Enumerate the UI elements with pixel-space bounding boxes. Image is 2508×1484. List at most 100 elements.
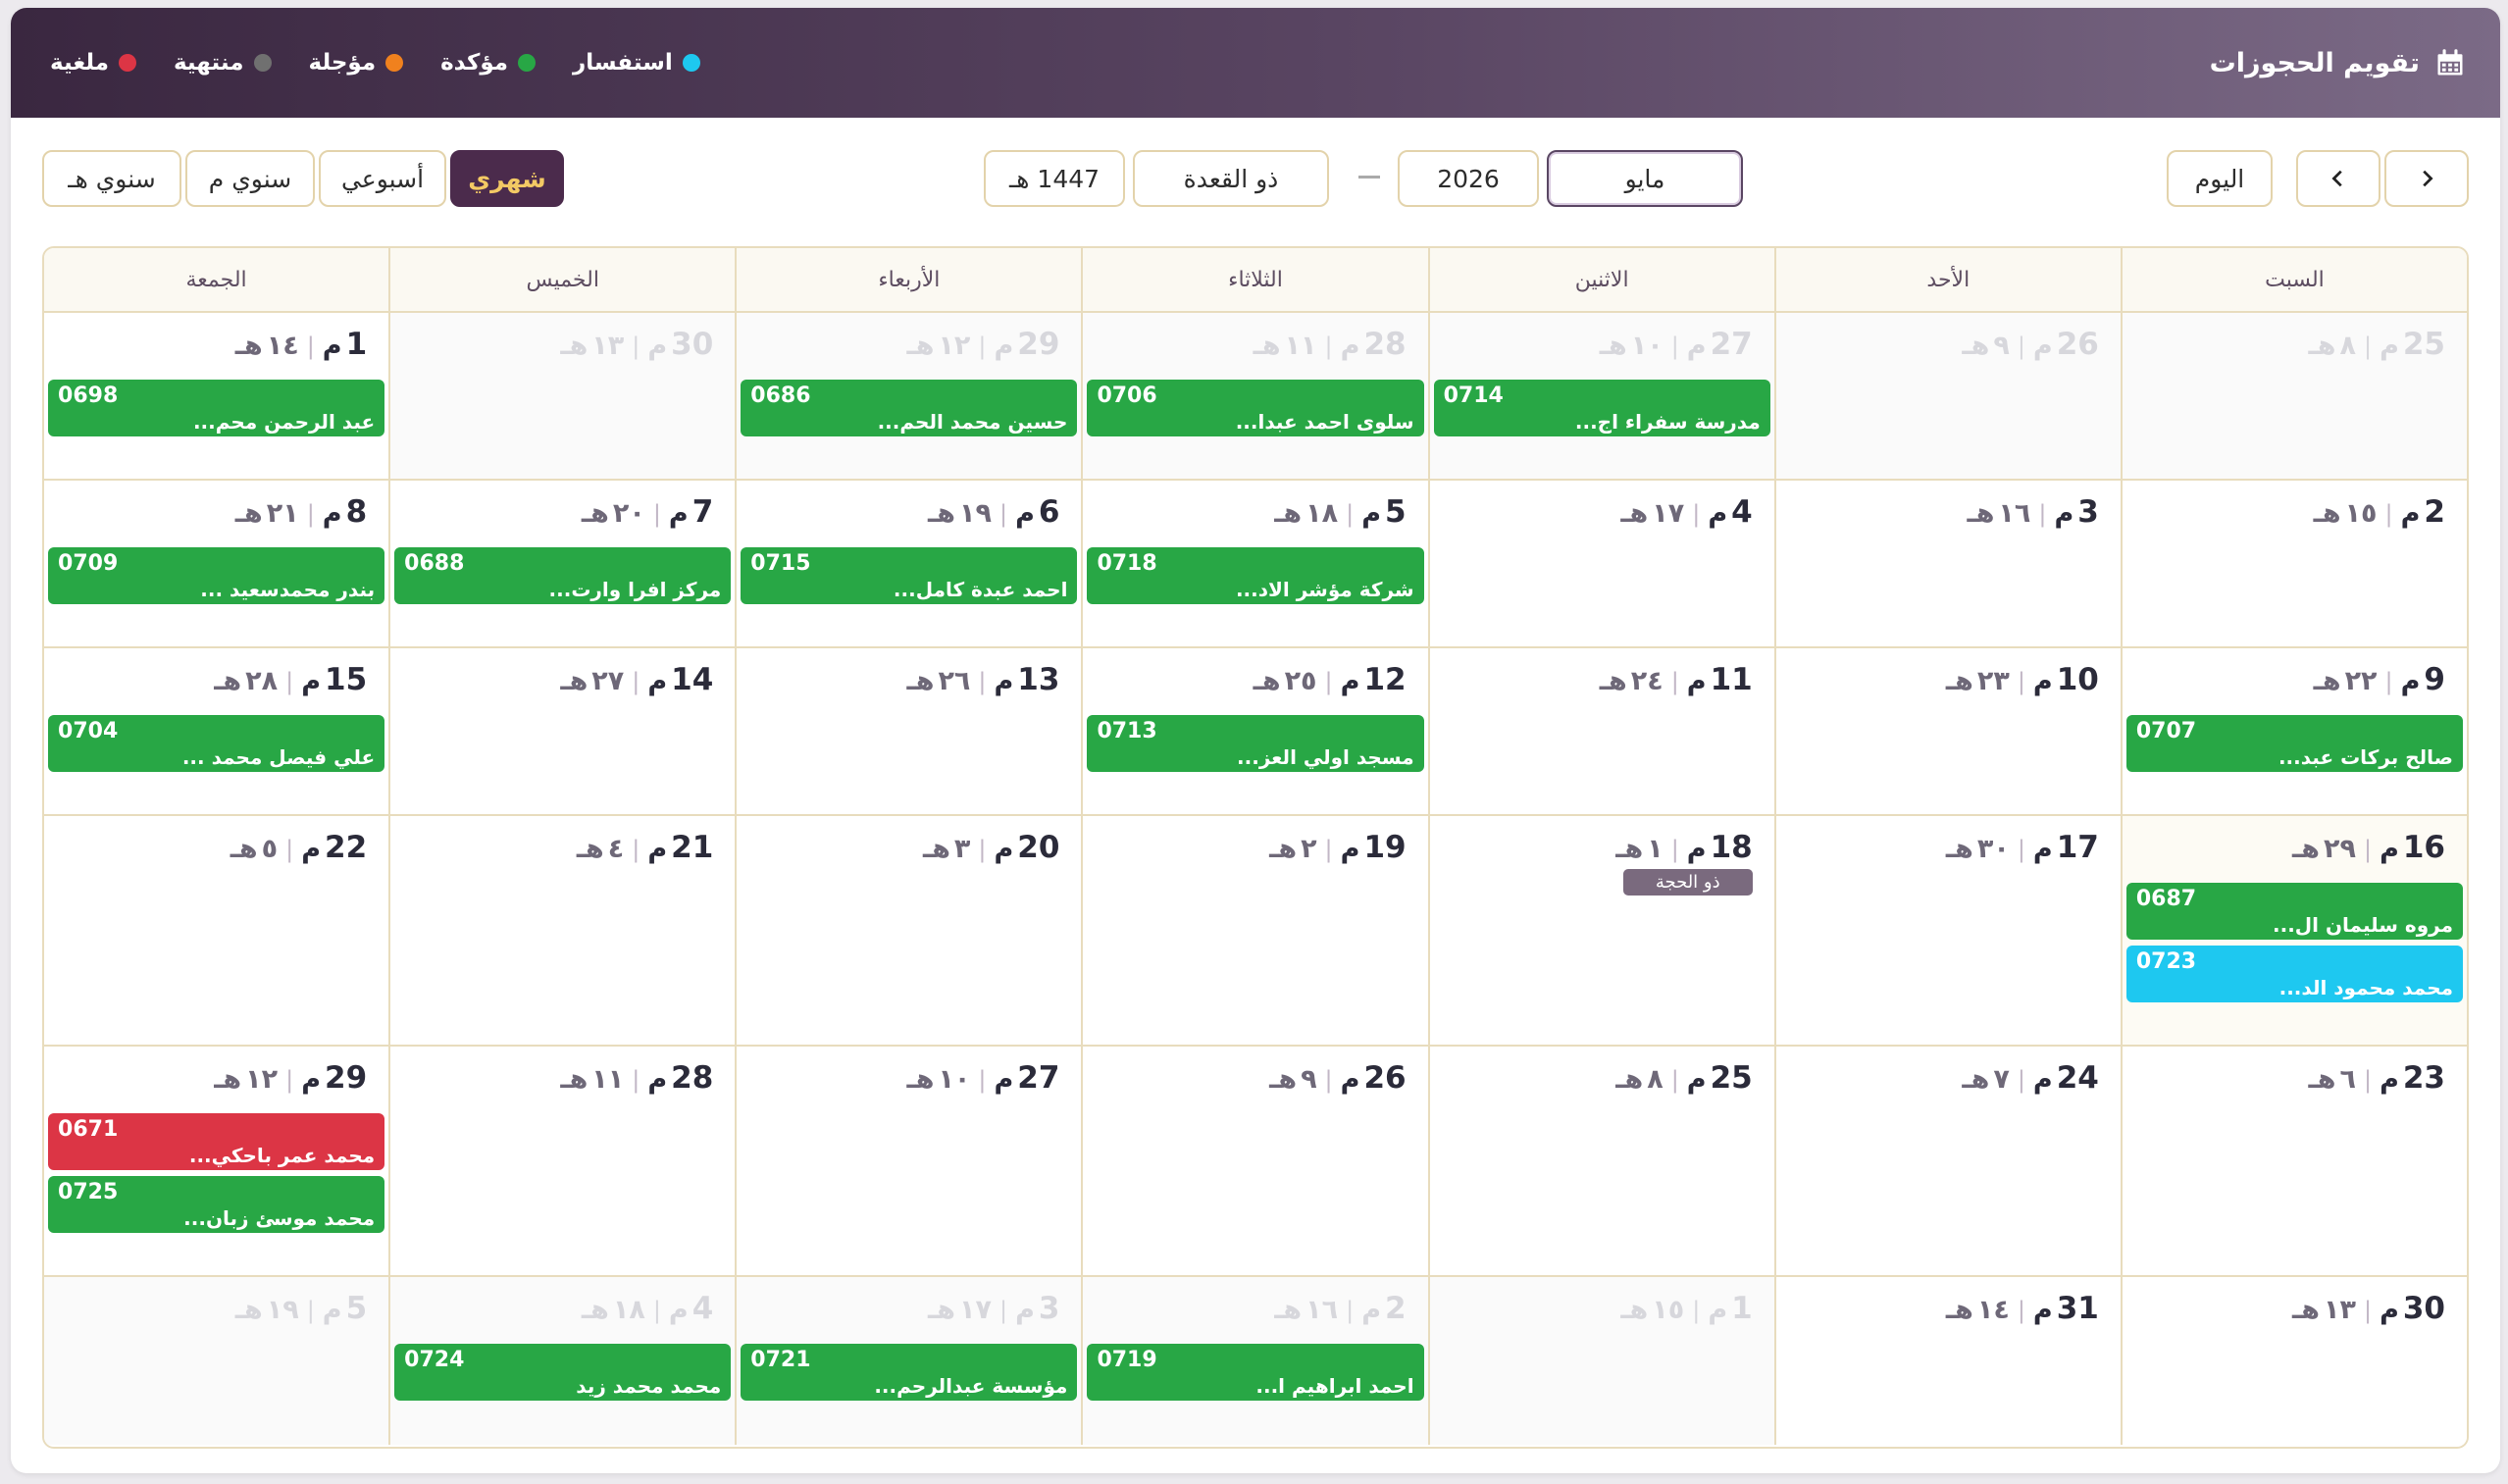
year-input[interactable]: 2026: [1398, 150, 1539, 207]
hijri-suffix: هـ: [1269, 834, 1298, 864]
day-cell[interactable]: 3 م | ١٧ هـ 0721 مؤسسة عبدالرحم...: [735, 1277, 1082, 1445]
today-button[interactable]: اليوم: [2167, 150, 2273, 207]
booking-event[interactable]: 0671 محمد عمر باحكي...: [48, 1113, 385, 1170]
day-cell[interactable]: 24 م | ٧ هـ: [1773, 1047, 2121, 1275]
hijri-day: ٧: [1993, 1064, 2010, 1095]
day-cell[interactable]: 4 م | ١٨ هـ 0724 محمد محمد زيد: [388, 1277, 736, 1445]
booking-event[interactable]: 0719 احمد ابراهيم ا...: [1087, 1344, 1424, 1401]
hijri-suffix: هـ: [560, 331, 589, 361]
day-cell[interactable]: 28 م | ١١ هـ 0706 سلوى احمد عبدا...: [1081, 313, 1428, 479]
day-cell[interactable]: 22 م | ٥ هـ: [44, 816, 389, 1045]
hijri-year-input[interactable]: 1447 هـ: [984, 150, 1125, 207]
day-number: 28 م | ١١ هـ: [394, 1060, 731, 1103]
booking-event[interactable]: 0724 محمد محمد زيد: [394, 1344, 732, 1401]
booking-event[interactable]: 0688 مركز افرا وارت...: [394, 547, 732, 604]
hijri-day: ٣: [953, 834, 971, 864]
day-cell[interactable]: 18 م | ١ هـ ذو الحجة: [1427, 816, 1774, 1045]
hijri-day: ٢٤: [1630, 666, 1663, 696]
booking-event[interactable]: 0723 محمد محمود الد...: [2125, 946, 2463, 1002]
prev-month-button[interactable]: [2296, 150, 2380, 207]
day-cell[interactable]: 27 م | ١٠ هـ 0714 مدرسة سفراء اج...: [1427, 313, 1774, 479]
events-list: 0713 مسجد اولي العز...: [1087, 705, 1424, 772]
hijri-day: ٤: [607, 834, 625, 864]
day-cell[interactable]: 14 م | ٢٧ هـ: [388, 648, 736, 814]
booking-event[interactable]: 0686 حسين محمد الحم...: [741, 380, 1078, 436]
next-month-button[interactable]: [2384, 150, 2469, 207]
booking-event[interactable]: 0707 صالح بركات عبد...: [2125, 715, 2463, 772]
booking-event[interactable]: 0718 شركة مؤشر الاد...: [1087, 547, 1424, 604]
day-cell[interactable]: 28 م | ١١ هـ: [388, 1047, 736, 1275]
day-cell[interactable]: 16 م | ٢٩ هـ 0687 مروه سليمان ال... 0723 محمد مح…: [2120, 816, 2467, 1045]
booking-event[interactable]: 0715 احمد عبدة كامل...: [741, 547, 1078, 604]
day-cell[interactable]: 7 م | ٢٠ هـ 0688 مركز افرا وارت...: [388, 481, 736, 646]
booking-event[interactable]: 0725 محمد موسئ زبان...: [48, 1176, 385, 1233]
date-separator: |: [1324, 668, 1333, 695]
booking-event[interactable]: 0706 سلوى احمد عبدا...: [1087, 380, 1424, 436]
booking-client-name: مسجد اولي العز...: [1237, 745, 1414, 769]
day-cell[interactable]: 31 م | ١٤ هـ: [1773, 1277, 2121, 1445]
day-cell[interactable]: 29 م | ١٢ هـ 0671 محمد عمر باحكي... 0725 محمد مو…: [44, 1047, 389, 1275]
gregorian-day: 9: [2424, 662, 2445, 697]
booking-code: 0713: [1097, 719, 1157, 743]
week-row: 9 م | ٢٢ هـ 0707 صالح بركات عبد... 10 م | ٢٣ هـ 11 م |…: [44, 648, 2467, 816]
day-cell[interactable]: 26 م | ٩ هـ: [1773, 313, 2121, 479]
booking-client-name: مدرسة سفراء اج...: [1574, 410, 1761, 434]
month-grid: السبت الأحد الاثنين الثلاثاء الأربعاء الخميس ا…: [42, 246, 2469, 1449]
month-select[interactable]: مايو: [1547, 150, 1743, 207]
day-cell[interactable]: 9 م | ٢٢ هـ 0707 صالح بركات عبد...: [2120, 648, 2467, 814]
day-cell[interactable]: 15 م | ٢٨ هـ 0704 علي فيصل محمد ...: [44, 648, 389, 814]
day-number: 6 م | ١٩ هـ: [741, 494, 1077, 537]
view-monthly-button[interactable]: شهري: [450, 150, 564, 207]
hijri-month-select[interactable]: ذو القعدة: [1133, 150, 1329, 207]
day-cell[interactable]: 27 م | ١٠ هـ: [735, 1047, 1082, 1275]
day-cell[interactable]: 21 م | ٤ هـ: [388, 816, 736, 1045]
booking-event[interactable]: 0713 مسجد اولي العز...: [1087, 715, 1424, 772]
booking-event[interactable]: 0721 مؤسسة عبدالرحم...: [741, 1344, 1078, 1401]
day-cell[interactable]: 5 م | ١٩ هـ: [44, 1277, 389, 1445]
events-list: [2126, 370, 2463, 380]
day-cell[interactable]: 11 م | ٢٤ هـ: [1427, 648, 1774, 814]
day-cell[interactable]: 3 م | ١٦ هـ: [1773, 481, 2121, 646]
booking-event[interactable]: 0687 مروه سليمان ال...: [2125, 883, 2463, 940]
booking-code: 0724: [404, 1348, 465, 1372]
day-cell[interactable]: 12 م | ٢٥ هـ 0713 مسجد اولي العز...: [1081, 648, 1428, 814]
day-cell[interactable]: 30 م | ١٣ هـ: [388, 313, 736, 479]
hijri-suffix: هـ: [1615, 834, 1644, 864]
day-cell[interactable]: 2 م | ١٥ هـ: [2120, 481, 2467, 646]
booking-event[interactable]: 0709 بندر محمدسعيد ...: [48, 547, 385, 604]
day-cell[interactable]: 23 م | ٦ هـ: [2120, 1047, 2467, 1275]
day-cell[interactable]: 30 م | ١٣ هـ: [2120, 1277, 2467, 1445]
day-cell[interactable]: 10 م | ٢٣ هـ: [1773, 648, 2121, 814]
gregorian-day: 25: [2402, 327, 2445, 362]
day-number: 4 م | ١٧ هـ: [1434, 494, 1770, 537]
day-cell[interactable]: 29 م | ١٢ هـ 0686 حسين محمد الحم...: [735, 313, 1082, 479]
booking-event[interactable]: 0698 عبد الرحمن محم...: [48, 380, 385, 436]
day-cell[interactable]: 25 م | ٨ هـ: [1427, 1047, 1774, 1275]
day-cell[interactable]: 20 م | ٣ هـ: [735, 816, 1082, 1045]
day-cell[interactable]: 4 م | ١٧ هـ: [1427, 481, 1774, 646]
day-cell[interactable]: 1 م | ١٤ هـ 0698 عبد الرحمن محم...: [44, 313, 389, 479]
view-yearly-hijri-button[interactable]: سنوي هـ: [42, 150, 181, 207]
hijri-day: ٢٦: [938, 666, 971, 696]
day-cell[interactable]: 13 م | ٢٦ هـ: [735, 648, 1082, 814]
day-cell[interactable]: 5 م | ١٨ هـ 0718 شركة مؤشر الاد...: [1081, 481, 1428, 646]
view-yearly-gregorian-button[interactable]: سنوي م: [185, 150, 315, 207]
gregorian-suffix: م: [301, 1064, 322, 1095]
day-cell[interactable]: 1 م | ١٥ هـ: [1427, 1277, 1774, 1445]
day-cell[interactable]: 25 م | ٨ هـ: [2120, 313, 2467, 479]
day-cell[interactable]: 6 م | ١٩ هـ 0715 احمد عبدة كامل...: [735, 481, 1082, 646]
date-separator: |: [2363, 1297, 2373, 1324]
day-cell[interactable]: 26 م | ٩ هـ: [1081, 1047, 1428, 1275]
day-number: 10 م | ٢٣ هـ: [1780, 662, 2117, 705]
week-row: 23 م | ٦ هـ 24 م | ٧ هـ 25 م | ٨ هـ 26 م | ٩ هـ 27 م | ١٠ هـ 28 م |…: [44, 1047, 2467, 1277]
day-cell[interactable]: 19 م | ٢ هـ: [1081, 816, 1428, 1045]
date-separator: |: [1346, 500, 1355, 528]
booking-event[interactable]: 0704 علي فيصل محمد ...: [48, 715, 385, 772]
day-cell[interactable]: 17 م | ٣٠ هـ: [1773, 816, 2121, 1045]
day-cell[interactable]: 8 م | ٢١ هـ 0709 بندر محمدسعيد ...: [44, 481, 389, 646]
day-cell[interactable]: 2 م | ١٦ هـ 0719 احمد ابراهيم ا...: [1081, 1277, 1428, 1445]
hijri-suffix: هـ: [1962, 331, 1990, 361]
booking-event[interactable]: 0714 مدرسة سفراء اج...: [1433, 380, 1770, 436]
booking-code: 0687: [2135, 887, 2197, 911]
view-weekly-button[interactable]: أسبوعي: [319, 150, 446, 207]
